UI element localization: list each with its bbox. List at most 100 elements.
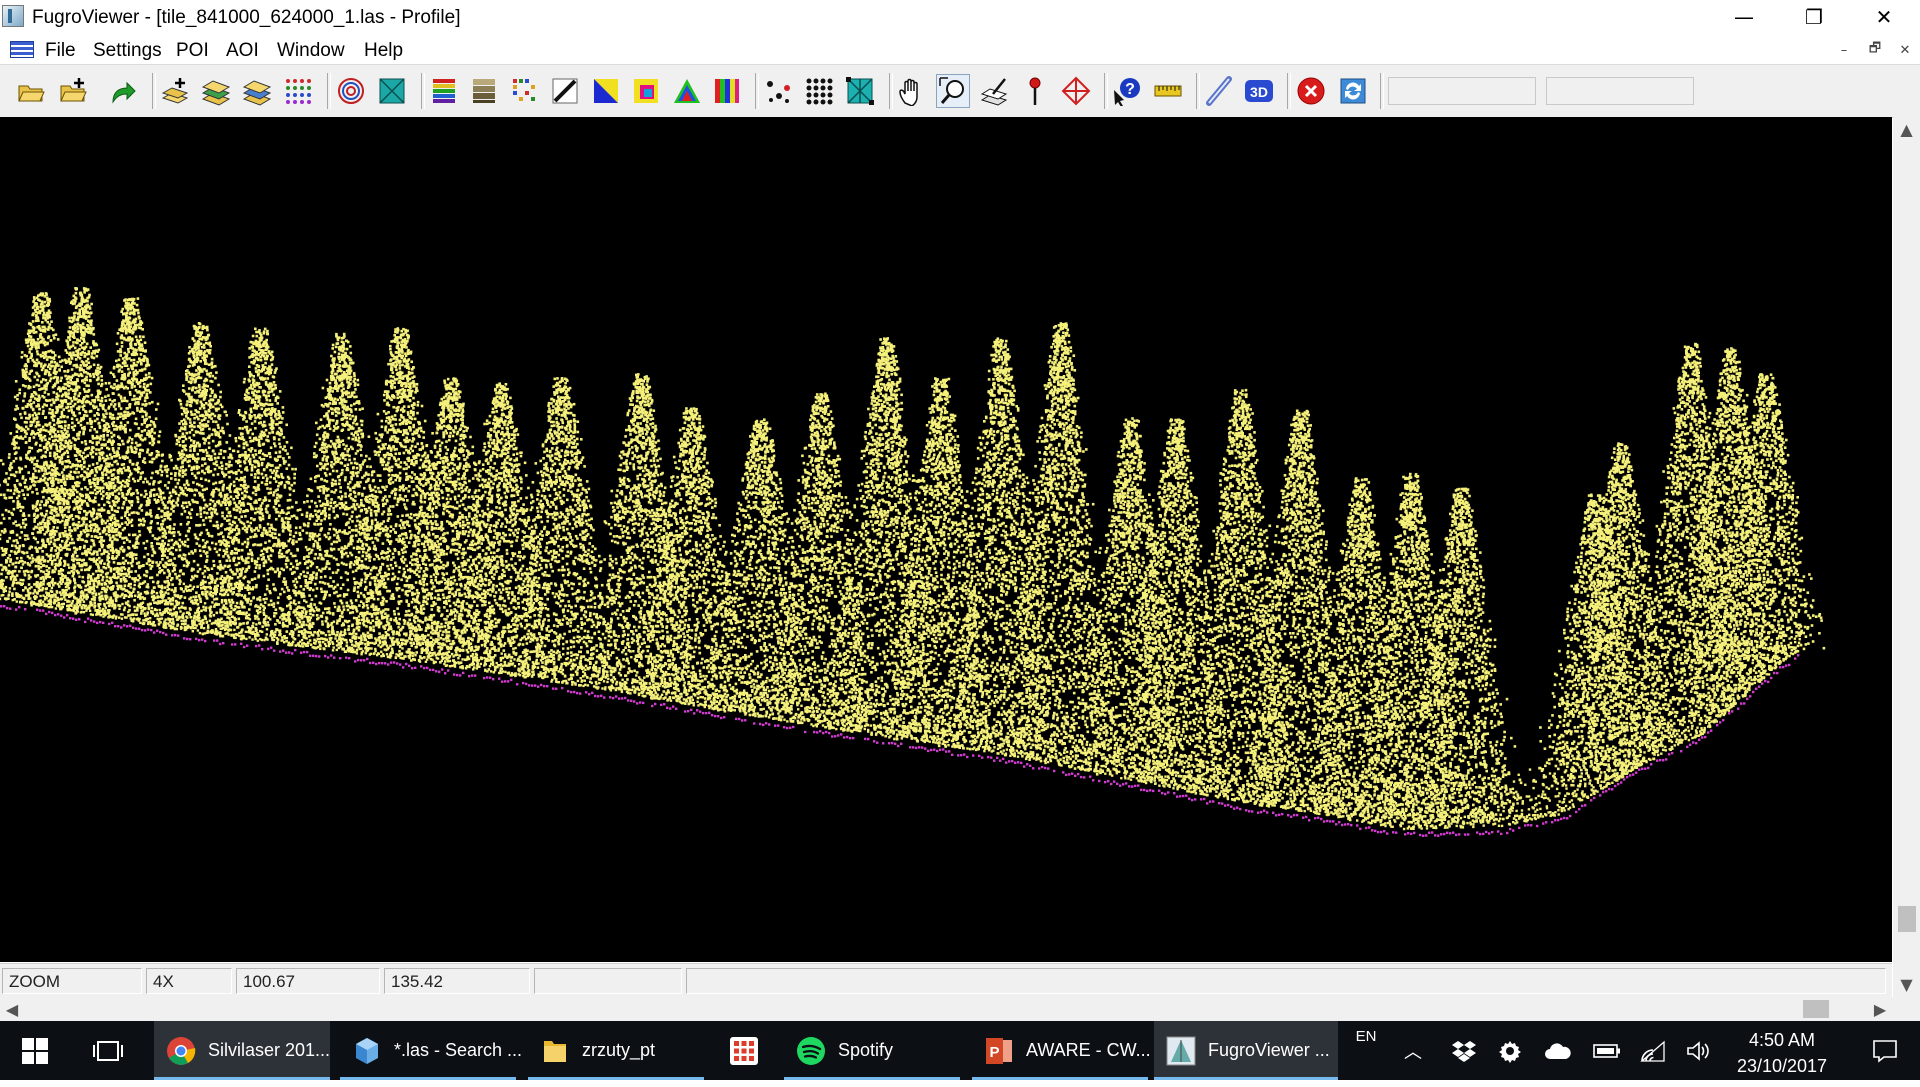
taskbar-app-explorer[interactable]: zrzuty_pt — [528, 1021, 704, 1080]
mdi-close-button[interactable]: ✕ — [1895, 41, 1915, 59]
status-x-coordinate: 100.67 — [236, 968, 380, 994]
target-icon[interactable] — [1059, 74, 1093, 108]
surface-icon[interactable] — [375, 74, 409, 108]
taskbar-app-label: Spotify — [838, 1040, 893, 1061]
stop-icon[interactable] — [1294, 74, 1328, 108]
clock-date: 23/10/2017 — [1712, 1053, 1852, 1079]
poi-pin-icon[interactable] — [1018, 74, 1052, 108]
measure-ruler-icon[interactable] — [1151, 74, 1185, 108]
scroll-right-arrow-icon[interactable]: ▶ — [1868, 997, 1892, 1021]
mdi-minimize-button[interactable]: – — [1834, 41, 1854, 59]
status-field-6 — [686, 968, 1886, 994]
apps-grid-icon — [729, 1036, 759, 1066]
taskbar-app-label: AWARE - CW... — [1026, 1040, 1151, 1061]
status-mode: ZOOM — [2, 968, 142, 994]
vertical-scroll-thumb[interactable] — [1898, 906, 1916, 932]
status-bar: ZOOM 4X 100.67 135.42 — [0, 963, 1892, 998]
color-by-intensity-icon[interactable] — [467, 74, 501, 108]
show-hidden-icons-chevron-icon[interactable]: ︿ — [1398, 1021, 1428, 1080]
window-title: FugroViewer - [tile_841000_624000_1.las … — [32, 7, 460, 29]
refresh-icon[interactable] — [1336, 74, 1370, 108]
volume-icon[interactable] — [1682, 1021, 1716, 1080]
action-center-icon[interactable] — [1852, 1021, 1918, 1080]
points-icon[interactable] — [761, 74, 795, 108]
input-language-indicator[interactable]: EN — [1346, 1021, 1386, 1087]
point-cloud-profile — [0, 117, 1892, 962]
settings-gear-tray-icon[interactable] — [1494, 1021, 1526, 1080]
close-button[interactable]: ✕ — [1852, 0, 1916, 34]
rgb-color-icon[interactable] — [629, 74, 663, 108]
menu-bar: File Settings POI AOI Window Help – 🗗 ✕ — [0, 36, 1920, 65]
mdi-restore-button[interactable]: 🗗 — [1865, 41, 1885, 59]
menu-settings[interactable]: Settings — [93, 40, 162, 62]
zoom-window-icon[interactable] — [936, 74, 970, 108]
taskbar-app-powerpoint[interactable]: P AWARE - CW... — [972, 1021, 1148, 1080]
add-layer-folder-icon[interactable] — [56, 74, 90, 108]
chrome-icon — [166, 1036, 196, 1066]
vertical-scrollbar[interactable]: ▲ ▼ — [1893, 117, 1920, 997]
menu-file[interactable]: File — [45, 40, 76, 62]
cube-icon — [352, 1036, 382, 1066]
restore-button[interactable]: ❐ — [1782, 0, 1846, 34]
start-button[interactable] — [0, 1021, 70, 1080]
scroll-up-arrow-icon[interactable]: ▲ — [1893, 117, 1920, 141]
tin-icon[interactable] — [843, 74, 877, 108]
horizontal-scroll-thumb[interactable] — [1803, 1000, 1829, 1018]
windows-taskbar: Silvilaser 201... *.las - Search ... zrz… — [0, 1021, 1920, 1080]
menu-aoi[interactable]: AOI — [226, 40, 259, 62]
taskbar-app-chrome[interactable]: Silvilaser 201... — [154, 1021, 330, 1080]
clock-time: 4:50 AM — [1712, 1027, 1852, 1053]
horizontal-scrollbar[interactable]: ◀ ▶ — [0, 997, 1892, 1021]
minimize-button[interactable]: — — [1712, 0, 1776, 34]
taskbar-clock[interactable]: 4:50 AM 23/10/2017 — [1712, 1027, 1852, 1079]
add-layers-icon[interactable] — [158, 74, 192, 108]
taskbar-app-grid[interactable] — [716, 1021, 772, 1080]
minimize-icon: — — [1734, 5, 1754, 29]
status-y-coordinate: 135.42 — [384, 968, 530, 994]
task-view-button[interactable] — [84, 1021, 132, 1080]
taskbar-app-label: *.las - Search ... — [394, 1040, 522, 1061]
powerpoint-icon: P — [984, 1036, 1014, 1066]
spectrum-color-icon[interactable] — [710, 74, 744, 108]
toolbar-field-1[interactable] — [1388, 77, 1536, 105]
dropbox-icon[interactable] — [1448, 1021, 1480, 1080]
menu-help[interactable]: Help — [364, 40, 403, 62]
taskbar-app-label: Silvilaser 201... — [208, 1040, 330, 1061]
task-view-icon — [93, 1040, 123, 1062]
toolbar-field-2[interactable] — [1546, 77, 1694, 105]
profile-view-canvas[interactable] — [0, 117, 1892, 962]
draw-line-icon[interactable] — [1202, 74, 1236, 108]
taskbar-app-spotify[interactable]: Spotify — [784, 1021, 960, 1080]
scroll-down-arrow-icon[interactable]: ▼ — [1893, 972, 1920, 996]
spotify-icon — [796, 1036, 826, 1066]
blue-yellow-ramp-icon[interactable] — [589, 74, 623, 108]
system-menu-icon[interactable] — [10, 41, 34, 58]
layers-icon[interactable] — [199, 74, 233, 108]
query-icon[interactable]: ? — [1110, 74, 1144, 108]
pan-hand-icon[interactable] — [895, 74, 929, 108]
menu-window[interactable]: Window — [277, 40, 345, 62]
windows-logo-icon — [22, 1038, 48, 1064]
dots-grid-icon[interactable] — [802, 74, 836, 108]
3d-view-icon[interactable]: 3D — [1242, 74, 1276, 108]
taskbar-app-label: FugroViewer ... — [1208, 1040, 1330, 1061]
fugroviewer-icon — [1166, 1036, 1196, 1066]
wifi-icon[interactable] — [1636, 1021, 1670, 1080]
layers-filter-icon[interactable] — [240, 74, 274, 108]
redo-arrow-icon[interactable] — [106, 74, 140, 108]
open-folder-icon[interactable] — [14, 74, 48, 108]
slope-icon[interactable] — [548, 74, 582, 108]
contours-icon[interactable] — [334, 74, 368, 108]
point-grid-icon[interactable] — [281, 74, 315, 108]
battery-icon[interactable] — [1590, 1021, 1624, 1080]
menu-poi[interactable]: POI — [176, 40, 209, 62]
color-by-elevation-icon[interactable] — [427, 74, 461, 108]
rainbow-color-icon[interactable] — [670, 74, 704, 108]
profile-icon[interactable] — [977, 74, 1011, 108]
onedrive-cloud-icon[interactable] — [1540, 1021, 1576, 1080]
scroll-left-arrow-icon[interactable]: ◀ — [0, 997, 24, 1021]
color-by-class-icon[interactable] — [508, 74, 542, 108]
taskbar-app-fugroviewer[interactable]: FugroViewer ... — [1154, 1021, 1338, 1080]
taskbar-app-search[interactable]: *.las - Search ... — [340, 1021, 516, 1080]
fugroviewer-app-icon[interactable] — [2, 5, 24, 27]
